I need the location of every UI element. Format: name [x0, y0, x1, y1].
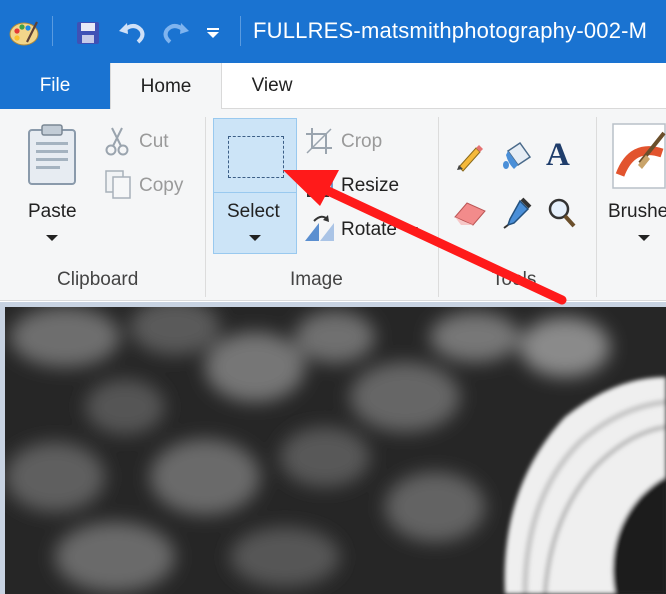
image-group-label: Image: [290, 269, 343, 290]
canvas-area[interactable]: [0, 302, 666, 594]
eraser-icon[interactable]: [453, 199, 487, 232]
tab-file[interactable]: File: [0, 63, 110, 109]
copy-button[interactable]: Copy: [139, 175, 183, 197]
ribbon-tabs: File Home View: [0, 63, 666, 110]
title-bar: FULLRES-matsmithphotography-002-M: [0, 0, 666, 63]
brushes-button[interactable]: Brushes: [608, 201, 666, 223]
paste-button[interactable]: Paste: [28, 201, 77, 223]
pencil-icon[interactable]: [454, 142, 484, 177]
photo-canvas[interactable]: [5, 307, 666, 594]
color-picker-icon[interactable]: [502, 197, 532, 234]
paste-icon[interactable]: [26, 124, 80, 191]
save-icon[interactable]: [70, 11, 106, 55]
select-label: Select: [227, 201, 280, 222]
group-divider: [205, 117, 206, 297]
rotate-dropdown-icon[interactable]: [406, 227, 418, 233]
crop-button[interactable]: Crop: [341, 131, 382, 153]
cut-icon: [104, 126, 130, 161]
resize-icon: [307, 171, 333, 202]
select-split-divider: [214, 192, 296, 193]
brushes-icon[interactable]: [612, 123, 666, 194]
magnifier-icon[interactable]: [547, 197, 577, 234]
tools-group-label: Tools: [492, 269, 537, 290]
group-divider: [438, 117, 439, 297]
brushes-dropdown-icon[interactable]: [638, 235, 650, 241]
select-button[interactable]: Select: [213, 118, 297, 254]
clipboard-group-label: Clipboard: [57, 269, 139, 290]
select-dropdown-icon[interactable]: [249, 235, 261, 241]
title-separator: [240, 16, 241, 46]
ribbon: Paste Cut Copy Clipboard Select Crop Res…: [0, 109, 666, 301]
fill-bucket-icon[interactable]: [500, 139, 534, 178]
crop-icon: [305, 127, 333, 160]
tab-view[interactable]: View: [222, 63, 322, 109]
tab-home[interactable]: Home: [110, 63, 222, 110]
group-divider: [596, 117, 597, 297]
paint-app-icon[interactable]: [4, 11, 44, 55]
undo-icon[interactable]: [114, 11, 150, 55]
title-separator: [52, 16, 53, 46]
customize-dropdown-icon[interactable]: [200, 11, 226, 55]
paste-dropdown-icon[interactable]: [46, 235, 58, 241]
copy-icon: [104, 169, 132, 204]
rotate-button[interactable]: Rotate: [341, 219, 397, 241]
redo-icon[interactable]: [158, 11, 194, 55]
text-tool-icon[interactable]: A: [546, 137, 570, 174]
resize-button[interactable]: Resize: [341, 175, 399, 197]
selection-rectangle-icon: [228, 136, 284, 178]
cut-button[interactable]: Cut: [139, 131, 169, 153]
window-title: FULLRES-matsmithphotography-002-M: [253, 18, 648, 43]
rotate-icon: [304, 213, 336, 248]
